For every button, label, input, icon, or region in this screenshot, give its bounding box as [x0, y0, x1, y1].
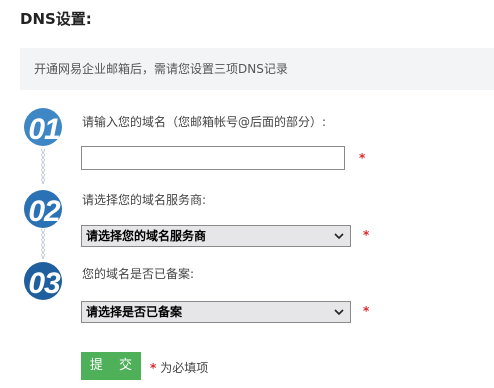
step-1-number: 01 — [28, 113, 60, 146]
step-1-badge: 01 — [24, 108, 62, 146]
chevron-down-icon — [334, 233, 344, 240]
filing-label: 您的域名是否已备案: — [82, 267, 195, 281]
provider-select[interactable]: 请选择您的域名服务商 — [81, 225, 351, 247]
required-note-star: * — [150, 361, 157, 375]
submit-button[interactable]: 提 交 — [81, 352, 141, 380]
required-mark: * — [359, 151, 366, 165]
chevron-down-icon — [334, 309, 344, 316]
provider-select-value: 请选择您的域名服务商 — [86, 229, 207, 243]
domain-input[interactable] — [82, 147, 344, 169]
step-2-badge: 02 — [24, 190, 62, 228]
chevron-down-chain-icon: ∨ ∨ ∨ ∨ ∨ ∨ — [39, 227, 47, 262]
provider-label: 请选择您的域名服务商: — [82, 193, 207, 207]
chevron-down-chain-icon: ∨ ∨ ∨ ∨ ∨ ∨ ∨ — [39, 147, 47, 187]
page-title: DNS设置: — [20, 10, 92, 28]
required-mark: * — [363, 304, 370, 318]
step-3-number: 03 — [28, 267, 60, 300]
filing-select-value: 请选择是否已备案 — [86, 305, 183, 319]
required-note-text: 为必填项 — [160, 361, 209, 375]
domain-field[interactable] — [81, 146, 345, 170]
domain-label: 请输入您的域名（您邮箱帐号@后面的部分）: — [82, 115, 327, 129]
required-mark: * — [363, 228, 370, 242]
step-3-badge: 03 — [24, 262, 62, 300]
notice-text: 开通网易企业邮箱后，需请您设置三项DNS记录 — [34, 62, 288, 76]
required-note: * 为必填项 — [150, 359, 208, 376]
step-2-number: 02 — [28, 195, 60, 228]
notice-banner: 开通网易企业邮箱后，需请您设置三项DNS记录 — [20, 48, 494, 90]
filing-select[interactable]: 请选择是否已备案 — [81, 301, 351, 323]
